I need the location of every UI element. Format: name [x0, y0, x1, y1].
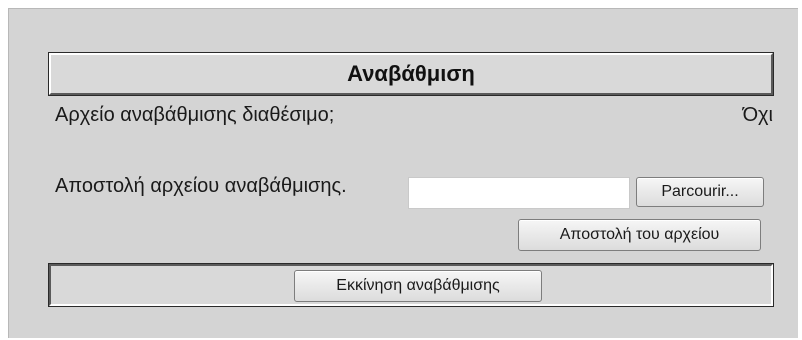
browse-button[interactable]: Parcourir...	[636, 177, 764, 207]
update-available-value: Όχι	[742, 104, 773, 126]
start-update-button[interactable]: Εκκίνηση αναβάθμισης	[294, 270, 542, 302]
panel-title: Αναβάθμιση	[347, 61, 475, 86]
update-available-label: Αρχείο αναβάθμισης διαθέσιμο;	[55, 104, 335, 126]
firmware-update-panel: Αναβάθμιση Αρχείο αναβάθμισης διαθέσιμο;…	[48, 52, 774, 315]
upload-file-button[interactable]: Αποστολή του αρχείου	[518, 219, 761, 251]
file-path-input[interactable]	[408, 177, 630, 209]
panel-footer: Εκκίνηση αναβάθμισης	[48, 263, 774, 307]
upload-file-label: Αποστολή αρχείου αναβάθμισης.	[55, 175, 347, 197]
panel-header: Αναβάθμιση	[48, 52, 774, 96]
page-background: Αναβάθμιση Αρχείο αναβάθμισης διαθέσιμο;…	[8, 8, 798, 338]
